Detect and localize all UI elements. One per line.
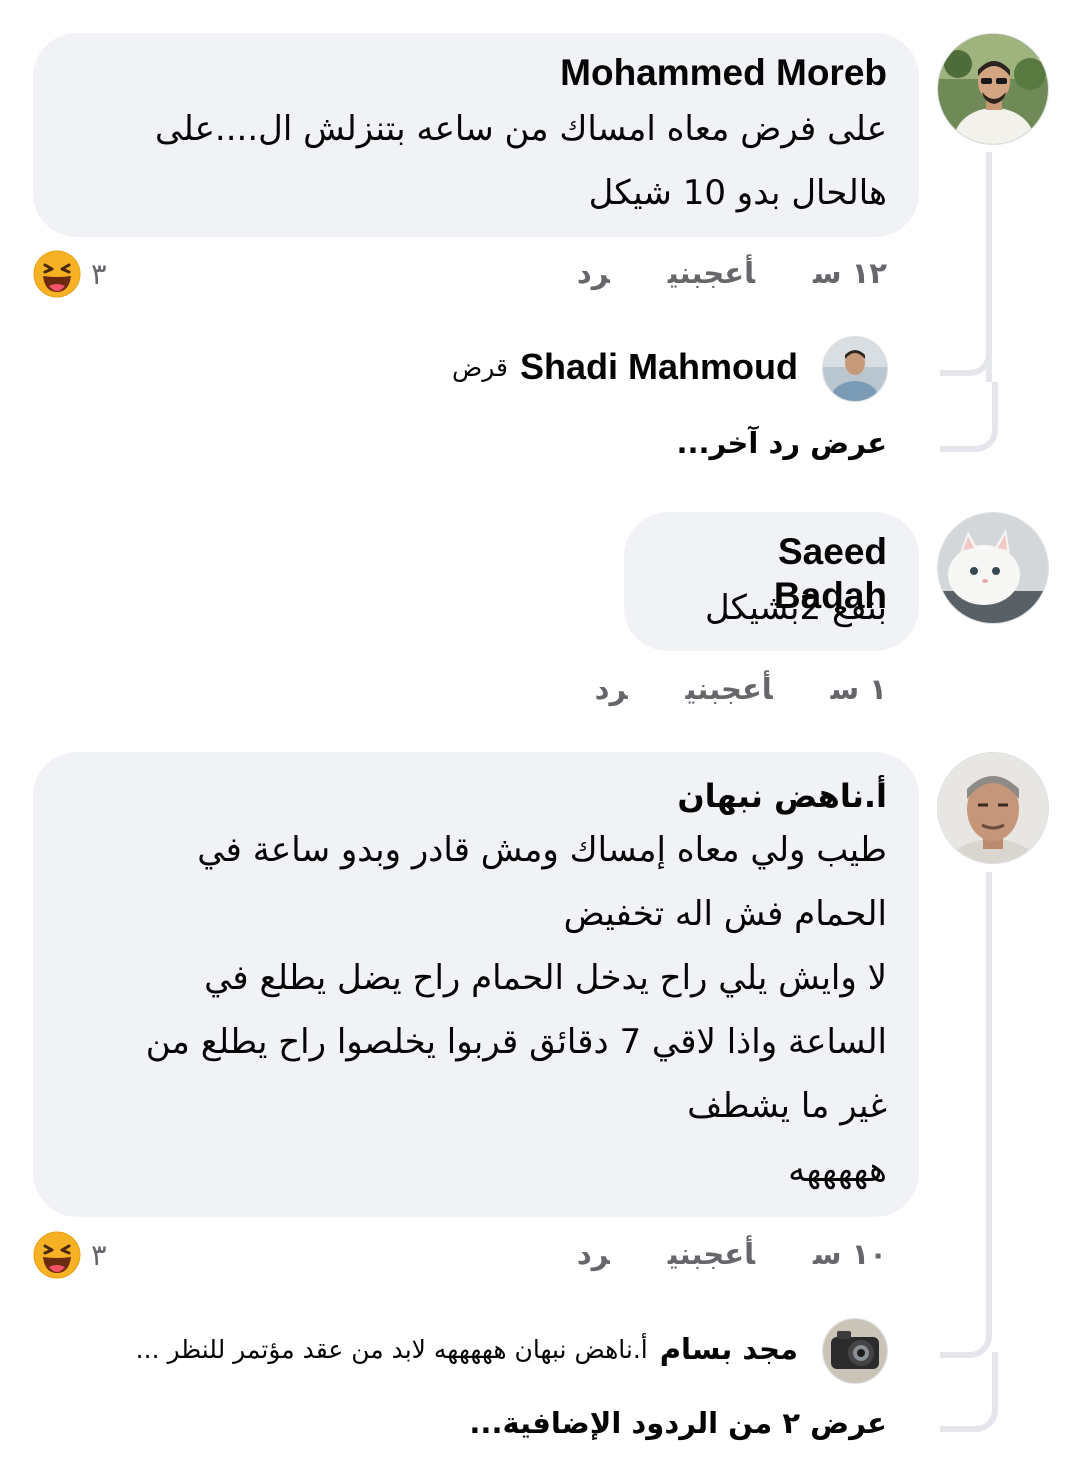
thread-connector-more-1 — [940, 382, 998, 452]
reply-item: Shadi Mahmoud قرض — [452, 346, 798, 388]
comment-author[interactable]: Saeed Badah — [656, 530, 887, 616]
avatar[interactable] — [937, 752, 1049, 864]
comment-bubble: أ.ناهض نبهان طيب ولي معاه إمساك ومش قادر… — [33, 752, 919, 1217]
thread-line-3 — [986, 872, 992, 1312]
avatar[interactable] — [822, 336, 888, 402]
reaction-summary[interactable]: ٣ — [33, 1231, 107, 1279]
reaction-summary[interactable]: ٣ — [33, 250, 107, 298]
reaction-count: ٣ — [91, 257, 107, 291]
thread-connector-more-3 — [940, 1352, 998, 1432]
comment-text: بنفع 2بشيكل — [704, 588, 887, 628]
comment-author[interactable]: أ.ناهض نبهان — [65, 774, 887, 818]
comment-timestamp[interactable]: ١ س — [831, 672, 887, 706]
comment-timestamp[interactable]: ١٢ س — [813, 256, 887, 290]
reply-button[interactable]: رد — [577, 1237, 610, 1271]
comment-bubble: Saeed Badah بنفع 2بشيكل — [624, 512, 919, 651]
reply-text: أ.ناهض نبهان هههههه لابد من عقد مؤتمر لل… — [135, 1334, 648, 1364]
like-button[interactable]: أعجبني — [686, 672, 773, 706]
comment-actions: ١ س أعجبني رد — [537, 672, 887, 706]
reaction-count: ٣ — [91, 1238, 107, 1272]
comment-timestamp[interactable]: ١٠ س — [813, 1237, 887, 1271]
like-button[interactable]: أعجبني — [668, 256, 755, 290]
avatar[interactable] — [937, 33, 1049, 145]
avatar[interactable] — [822, 1318, 888, 1384]
thread-connector-reply-1 — [940, 330, 992, 376]
reply-author[interactable]: Shadi Mahmoud — [520, 346, 798, 388]
comment-bubble: Mohammed Moreb على فرض معاه امساك من ساع… — [33, 33, 919, 237]
comment-text: طيب ولي معاه إمساك ومش قادر وبدو ساعة في… — [145, 830, 887, 1190]
like-button[interactable]: أعجبني — [668, 1237, 755, 1271]
reply-text: قرض — [452, 352, 508, 382]
reply-author[interactable]: مجد بسام — [660, 1332, 798, 1366]
comment-text: على فرض معاه امساك من ساعه بتنزلش ال....… — [155, 109, 887, 213]
view-more-replies-link[interactable]: عرض رد آخر... — [676, 426, 887, 460]
haha-emoji-icon — [33, 1231, 81, 1279]
avatar[interactable] — [937, 512, 1049, 624]
reply-item: مجد بسام أ.ناهض نبهان هههههه لابد من عقد… — [136, 1332, 798, 1366]
comment-actions: ١٢ س أعجبني رد — [519, 256, 887, 290]
reply-button[interactable]: رد — [577, 256, 610, 290]
reply-button[interactable]: رد — [595, 672, 628, 706]
comment-actions: ١٠ س أعجبني رد — [519, 1237, 887, 1271]
haha-emoji-icon — [33, 250, 81, 298]
comment-author[interactable]: Mohammed Moreb — [65, 51, 887, 97]
view-more-replies-link[interactable]: عرض ٢ من الردود الإضافية... — [469, 1406, 887, 1440]
